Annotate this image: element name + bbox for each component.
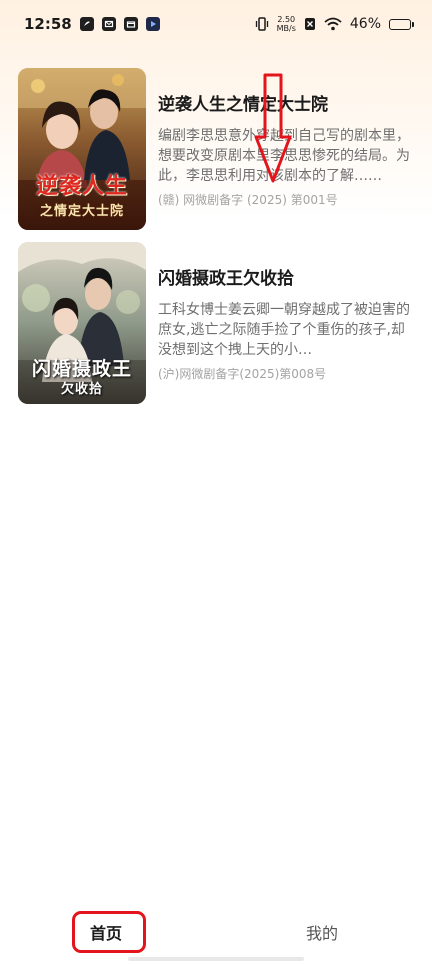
app-notification-icon <box>79 17 94 31</box>
status-time: 12:58 <box>24 15 72 33</box>
poster-title-1: 闪婚摄政王 <box>31 358 132 380</box>
drama-description-1: 工科女博士姜云卿一朝穿越成了被迫害的庶女,逃亡之际随手捡了个重伤的孩子,却没想到… <box>158 302 410 358</box>
drama-poster-0[interactable]: 逆袭人生 之情定大士院 <box>18 68 146 230</box>
drama-card-0[interactable]: 逆袭人生 之情定大士院 逆袭人生之情定大士院 编剧李思思意外穿越到自己写的剧本里… <box>18 68 418 230</box>
network-speed-value: 2.50 <box>277 15 296 24</box>
gesture-bar[interactable] <box>128 957 304 961</box>
wifi-icon <box>324 17 342 31</box>
poster-title-0: 逆袭人生 <box>35 173 128 199</box>
video-notification-icon <box>145 17 160 31</box>
vibrate-icon <box>255 17 268 31</box>
annotation-down-arrow-icon <box>254 73 292 183</box>
tab-mine[interactable]: 我的 <box>306 920 338 944</box>
network-speed-unit: MB/s <box>276 24 296 33</box>
battery-percent: 46% <box>349 16 381 32</box>
poster-subtitle-0: 之情定大士院 <box>39 204 124 219</box>
tab-home-annotation-box <box>72 911 146 953</box>
status-bar: 12:58 2.50 MB/s 46% <box>0 0 432 48</box>
message-notification-icon <box>101 17 116 31</box>
drama-record-1: (沪)网微剧备字(2025)第008号 <box>158 367 327 381</box>
no-sim-icon <box>304 18 315 30</box>
store-notification-icon <box>123 17 138 31</box>
bottom-tab-bar: 首页 我的 <box>0 900 432 964</box>
drama-title-1[interactable]: 闪婚摄政王欠收拾 <box>158 268 416 290</box>
drama-record-0: (赣) 网微剧备字 (2025) 第001号 <box>158 193 338 207</box>
drama-card-1[interactable]: 闪婚摄政王 欠收拾 闪婚摄政王欠收拾 工科女博士姜云卿一朝穿越成了被迫害的庶女,… <box>18 242 418 404</box>
drama-list: 逆袭人生 之情定大士院 逆袭人生之情定大士院 编剧李思思意外穿越到自己写的剧本里… <box>18 68 418 416</box>
drama-info-1: 闪婚摄政王欠收拾 工科女博士姜云卿一朝穿越成了被迫害的庶女,逃亡之际随手捡了个重… <box>158 242 416 404</box>
battery-icon <box>389 18 414 30</box>
status-right: 2.50 MB/s 46% <box>255 15 414 33</box>
status-left: 12:58 <box>24 15 160 33</box>
poster-subtitle-1: 欠收拾 <box>60 382 103 397</box>
drama-poster-1[interactable]: 闪婚摄政王 欠收拾 <box>18 242 146 404</box>
network-speed: 2.50 MB/s <box>277 15 296 33</box>
